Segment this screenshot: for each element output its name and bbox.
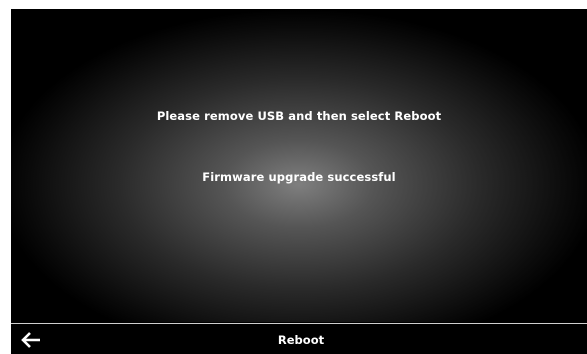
reboot-button[interactable]: Reboot	[211, 324, 391, 354]
bottom-bar: Reboot	[11, 323, 587, 354]
instruction-message: Please remove USB and then select Reboot	[156, 109, 442, 123]
status-message: Firmware upgrade successful	[202, 170, 396, 184]
message-area: Please remove USB and then select Reboot…	[11, 9, 587, 322]
back-button[interactable]	[11, 324, 51, 354]
device-screen: Please remove USB and then select Reboot…	[11, 9, 587, 354]
arrow-left-icon	[21, 331, 40, 348]
